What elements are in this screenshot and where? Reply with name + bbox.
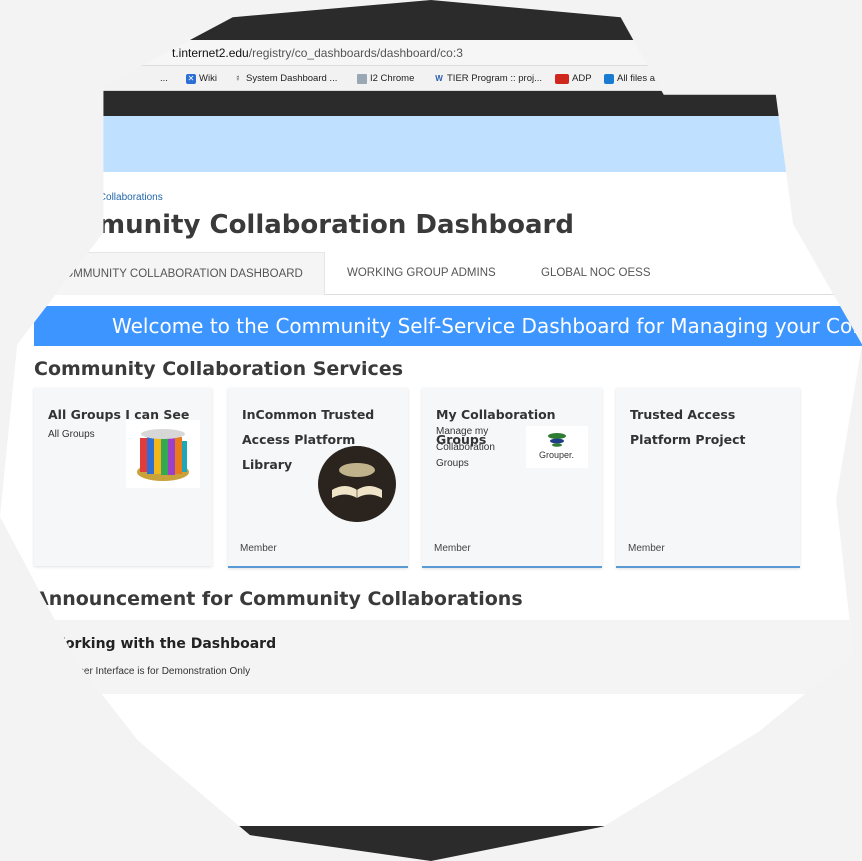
bookmark-i2-chrome[interactable]: I2 Chrome [357,73,414,84]
bookmark-1-label: ... [160,73,168,84]
card-title: Trusted Access Platform Project [630,407,746,447]
tab-community-collaboration-dashboard[interactable]: COMMUNITY COLLABORATION DASHBOARD [34,252,325,295]
page-title: Community Collaboration Dashboard [34,210,574,240]
confluence-icon: ✕ [186,73,196,84]
announcement-heading: Announcement for Community Collaboration… [34,588,523,610]
grouper-logo-icon: Grouper. [526,426,588,468]
screenshot-frame: t.internet2.edu/registry/co_dashboards/d… [0,0,862,861]
tab-working-group-admins[interactable]: WORKING GROUP ADMINS [326,252,517,294]
bookmark-system-dashboard-label: System Dashboard ... [246,73,338,84]
announcement-title: Working with the Dashboard [50,636,277,652]
bookmarks-bar: ... ✕ Wiki ☿ System Dashboard ... I2 Chrom… [0,66,862,91]
folder-icon [357,73,367,84]
service-card-my-collaboration-groups[interactable]: My Collaboration Groups Manage my Collab… [422,388,602,568]
app-page: ons ne > Internet2 Collaborations Commun… [0,116,862,861]
grouper-logo-text: Grouper. [539,450,575,460]
card-subtitle: Manage my Collaboration Groups [436,426,495,469]
bookmark-adp[interactable]: ADP [555,73,592,84]
welcome-banner: Welcome to the Community Self-Service Da… [34,306,862,346]
breadcrumb-current[interactable]: Internet2 Collaborations [57,192,163,203]
adp-icon [555,73,569,84]
url-path: /registry/co_dashboards/dashboard/co:3 [248,46,463,60]
card-membership: Member [628,543,665,554]
browser-chrome-top [0,0,862,40]
bookmark-adp-label: ADP [572,73,592,84]
app-title: ons [58,130,97,155]
tab-bar: COMMUNITY COLLABORATION DASHBOARD WORKIN… [34,252,862,295]
card-membership: Member [434,543,471,554]
bookmark-system-dashboard[interactable]: ☿ System Dashboard ... [233,73,337,84]
browser-chrome-dark-strip [0,91,862,116]
open-book-icon [318,446,396,522]
breadcrumb: ne > Internet2 Collaborations [34,192,163,203]
url-host: t.internet2.edu [172,46,249,60]
bookmark-tier-program-label: TIER Program :: proj... [447,73,543,84]
colorful-groups-icon [126,420,200,488]
service-card-incommon-library[interactable]: InCommon Trusted Access Platform Library… [228,388,408,568]
wiki-w-icon: W [435,73,443,83]
service-card-trusted-access-platform[interactable]: Trusted Access Platform Project Member [616,388,800,568]
bookmark-all-files-label: All files a... [617,73,663,84]
welcome-banner-text: Welcome to the Community Self-Service Da… [112,314,862,338]
app-header: ons [0,116,862,172]
card-subtitle: All Groups [48,429,95,440]
bookmark-tier-program[interactable]: W TIER Program :: proj... [434,73,542,84]
url-text[interactable]: t.internet2.edu/registry/co_dashboards/d… [172,46,463,60]
breadcrumb-home[interactable]: ne [34,192,45,203]
bookmark-1[interactable]: ... [160,73,168,84]
bookmark-i2-chrome-label: I2 Chrome [370,73,415,84]
services-heading: Community Collaboration Services [34,358,404,380]
announcement-text: This User Interface is for Demonstration… [50,666,251,677]
jira-icon: ☿ [235,73,241,83]
breadcrumb-separator: > [45,192,57,203]
bookmark-wiki-label: Wiki [199,73,217,84]
tab-global-noc-oess[interactable]: GLOBAL NOC OESS [520,252,672,294]
bookmark-all-files[interactable]: All files a... [604,73,663,84]
card-membership: Member [240,543,277,554]
address-bar[interactable]: t.internet2.edu/registry/co_dashboards/d… [0,40,862,66]
bookmark-wiki[interactable]: ✕ Wiki [186,73,217,84]
browser-chrome-bottom [0,826,862,861]
box-icon [604,73,614,84]
announcement-box: Working with the Dashboard This User Int… [34,620,862,694]
service-card-all-groups[interactable]: All Groups I can See All Groups [34,388,212,566]
